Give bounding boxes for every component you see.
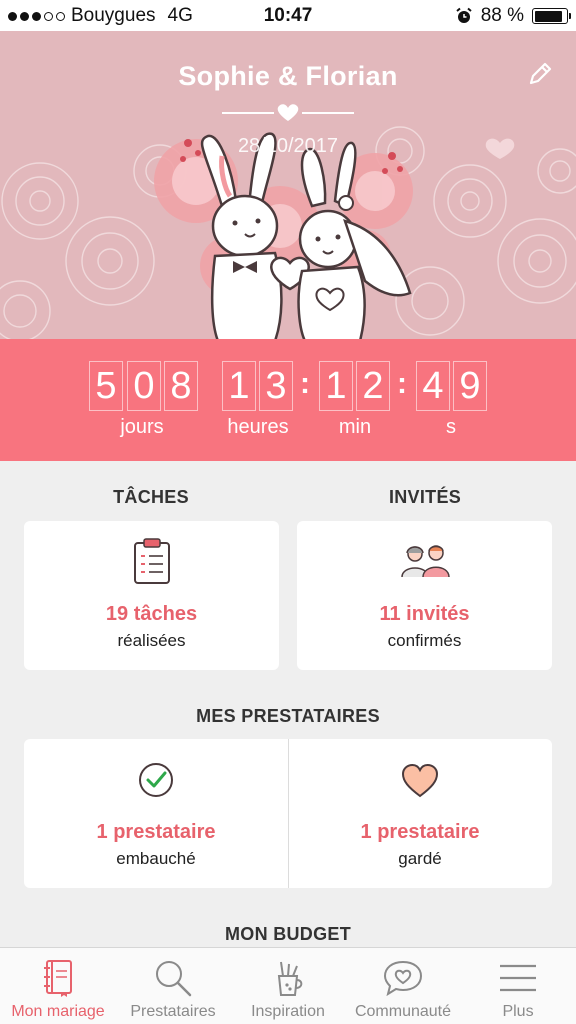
days-digit: 0	[127, 361, 161, 411]
seconds-digit: 9	[453, 361, 487, 411]
seconds-digit: 4	[416, 361, 450, 411]
tab-inspiration[interactable]: Inspiration	[230, 948, 346, 1024]
minutes-label: min	[338, 416, 372, 438]
budget-title: MON BUDGET	[225, 924, 351, 944]
guests-title: INVITÉS	[388, 487, 462, 507]
seconds-label: s	[446, 416, 456, 438]
wedding-date: 28/10/2017	[237, 135, 339, 157]
vendors-card: 1 prestataire embauché 1 prestataire gar…	[24, 739, 552, 888]
hero-banner: Sophie & Florian 28/10/2017	[0, 31, 576, 339]
battery-icon	[532, 8, 571, 24]
tab-plus[interactable]: Plus	[460, 948, 576, 1024]
hours-label: heures	[227, 416, 289, 438]
heart-icon	[401, 763, 439, 798]
guests-status: confirmés	[387, 631, 462, 650]
couple-name: Sophie & Florian	[178, 61, 398, 91]
tab-label: Mon mariage	[11, 1003, 105, 1020]
chat-heart-icon	[383, 960, 423, 997]
battery-percent: 88 %	[480, 5, 524, 26]
hired-count: 1 prestataire	[96, 821, 216, 843]
days-digit: 8	[164, 361, 198, 411]
tab-label: Inspiration	[251, 1003, 325, 1020]
countdown-panel: 5 0 8 1 3 : 1 2 : 4 9 jours heures min s	[0, 339, 576, 461]
hours-digit: 3	[259, 361, 293, 411]
status-right: 88 %	[455, 5, 571, 27]
menu-icon	[500, 964, 536, 992]
notebook-icon	[44, 960, 72, 997]
days-label: jours	[120, 416, 164, 438]
vendors-saved[interactable]: 1 prestataire gardé	[288, 739, 552, 888]
time-separator: :	[397, 367, 407, 400]
time-separator: :	[300, 367, 310, 400]
tab-prestataires[interactable]: Prestataires	[115, 948, 231, 1024]
guests-couple-icon	[400, 545, 450, 578]
saved-status: gardé	[398, 849, 442, 868]
clipboard-checklist-icon	[133, 538, 170, 584]
tasks-count: 19 tâches	[105, 603, 198, 625]
tab-label: Prestataires	[130, 1003, 216, 1020]
check-circle-icon	[139, 763, 173, 797]
tab-communaute[interactable]: Communauté	[345, 948, 461, 1024]
alarm-icon	[456, 7, 472, 23]
guests-card[interactable]: 11 invités confirmés	[297, 521, 552, 670]
vendors-title: MES PRESTATAIRES	[196, 706, 380, 726]
edit-pencil-icon[interactable]	[526, 60, 554, 88]
saved-count: 1 prestataire	[360, 821, 480, 843]
tasks-status: réalisées	[117, 631, 186, 650]
heart-divider	[222, 104, 354, 121]
days-digit: 5	[89, 361, 123, 411]
tab-label: Communauté	[354, 1003, 452, 1020]
vendors-hired[interactable]: 1 prestataire embauché	[24, 739, 288, 888]
search-icon	[156, 961, 192, 997]
tab-mon-mariage[interactable]: Mon mariage	[0, 948, 116, 1024]
status-bar: Bouygues 4G 10:47 88 %	[0, 0, 576, 31]
hired-status: embauché	[116, 849, 196, 868]
tab-bar: Mon mariage Prestataires Inspiration Com…	[0, 947, 576, 1024]
guests-count: 11 invités	[379, 603, 470, 625]
minutes-digit: 2	[356, 361, 390, 411]
hours-digit: 1	[222, 361, 256, 411]
pencil-cup-icon	[277, 961, 303, 996]
minutes-digit: 1	[319, 361, 353, 411]
tab-label: Plus	[502, 1003, 534, 1020]
tasks-card[interactable]: 19 tâches réalisées	[24, 521, 279, 670]
countdown-digits: 5 0 8 1 3 : 1 2 : 4 9	[0, 361, 576, 413]
